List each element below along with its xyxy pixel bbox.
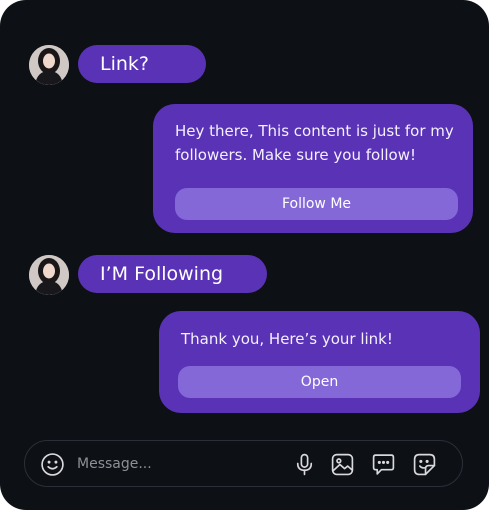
message-text: Hey there, This content is just for my f… — [175, 122, 454, 164]
sticker-icon[interactable] — [412, 452, 437, 477]
message-composer — [24, 440, 463, 487]
sender-avatar — [29, 255, 69, 295]
message-text: I’M Following — [100, 263, 224, 285]
chat-screen: Link? Hey there, This content is just fo… — [0, 0, 489, 510]
outgoing-message: Thank you, Here’s your link! Open — [159, 311, 480, 413]
incoming-message: Link? — [78, 45, 206, 83]
image-icon[interactable] — [330, 452, 355, 477]
emoji-icon[interactable] — [40, 452, 65, 477]
chat-icon[interactable] — [371, 452, 396, 477]
open-button[interactable]: Open — [178, 366, 461, 398]
follow-me-button[interactable]: Follow Me — [175, 188, 458, 220]
message-text: Thank you, Here’s your link! — [181, 330, 393, 348]
message-input[interactable] — [77, 449, 277, 479]
sender-avatar — [29, 45, 69, 85]
microphone-icon[interactable] — [292, 452, 317, 477]
incoming-message: I’M Following — [78, 255, 267, 293]
message-text: Link? — [100, 53, 149, 75]
outgoing-message: Hey there, This content is just for my f… — [153, 104, 473, 233]
